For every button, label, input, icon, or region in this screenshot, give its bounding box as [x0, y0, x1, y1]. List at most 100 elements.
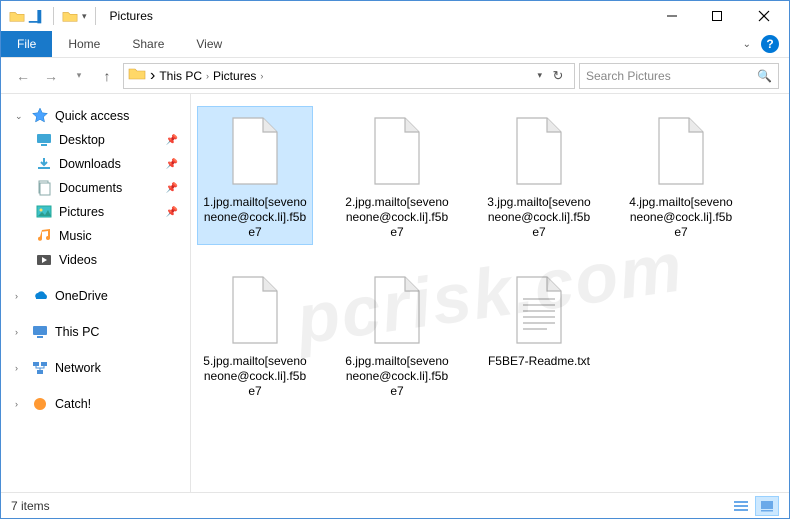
large-icons-view-button[interactable]: [755, 496, 779, 516]
sidebar-item-desktop[interactable]: Desktop 📌: [1, 128, 190, 152]
pin-icon: 📌: [166, 159, 178, 170]
back-button[interactable]: ←: [11, 64, 35, 88]
tab-share[interactable]: Share: [116, 31, 180, 57]
pictures-icon: [35, 203, 53, 221]
search-icon: 🔍: [757, 69, 772, 83]
close-button[interactable]: [739, 1, 789, 31]
sidebar-item-music[interactable]: Music: [1, 224, 190, 248]
forward-button[interactable]: →: [39, 64, 63, 88]
breadcrumb-thispc[interactable]: This PC ›: [159, 69, 209, 83]
expand-icon[interactable]: ›: [15, 399, 25, 409]
file-name: 1.jpg.mailto[sevenoneone@cock.li].f5be7: [202, 195, 308, 240]
folder-icon: [62, 8, 78, 24]
music-icon: [35, 227, 53, 245]
sidebar-item-thispc[interactable]: › This PC: [1, 320, 190, 344]
thispc-icon: [31, 323, 49, 341]
up-button[interactable]: ↑: [95, 64, 119, 88]
breadcrumb-label: This PC: [159, 69, 202, 83]
file-item[interactable]: 6.jpg.mailto[sevenoneone@cock.li].f5be7: [339, 265, 455, 404]
history-dropdown-icon[interactable]: ▾: [537, 70, 542, 81]
pin-icon: 📌: [166, 183, 178, 194]
file-item[interactable]: 2.jpg.mailto[sevenoneone@cock.li].f5be7: [339, 106, 455, 245]
collapse-icon[interactable]: ⌄: [15, 111, 25, 122]
titlebar: ▁▌ ▾ Pictures: [1, 1, 789, 31]
sidebar-item-pictures[interactable]: Pictures📌: [1, 200, 190, 224]
address-bar[interactable]: › This PC › Pictures› ▾ ↻: [123, 63, 575, 89]
quick-access-toolbar: ▁▌ ▾ Pictures: [1, 7, 153, 25]
navigation-row: ← → ▾ ↑ › This PC › Pictures› ▾ ↻ Search …: [1, 58, 789, 94]
sidebar-item-label: Catch!: [55, 397, 91, 411]
tab-home[interactable]: Home: [52, 31, 116, 57]
network-icon: [31, 359, 49, 377]
folder-icon: [128, 66, 146, 85]
search-input[interactable]: Search Pictures 🔍: [579, 63, 779, 89]
blank-file-icon: [219, 111, 291, 193]
file-name: F5BE7-Readme.txt: [488, 354, 590, 369]
expand-icon[interactable]: ›: [15, 363, 25, 373]
file-item[interactable]: 4.jpg.mailto[sevenoneone@cock.li].f5be7: [623, 106, 739, 245]
sidebar-item-documents[interactable]: Documents 📌: [1, 176, 190, 200]
chevron-right-icon[interactable]: ›: [206, 71, 209, 81]
file-item[interactable]: 1.jpg.mailto[sevenoneone@cock.li].f5be7: [197, 106, 313, 245]
sidebar-item-onedrive[interactable]: › OneDrive: [1, 284, 190, 308]
ribbon: File Home Share View ⌄ ?: [1, 31, 789, 58]
sidebar-item-label: OneDrive: [55, 289, 108, 303]
navigation-pane: ⌄ Quick access Desktop📌Downloads📌Documen…: [1, 94, 191, 492]
videos-icon: [35, 251, 53, 269]
file-item[interactable]: F5BE7-Readme.txt: [481, 265, 597, 404]
properties-icon[interactable]: ▁▌: [29, 8, 45, 24]
sidebar-item-label: Desktop: [59, 133, 105, 147]
star-icon: [31, 107, 49, 125]
folder-icon: [9, 8, 25, 24]
pin-icon: 📌: [166, 135, 178, 146]
maximize-button[interactable]: [694, 1, 739, 31]
file-item[interactable]: 3.jpg.mailto[sevenoneone@cock.li].f5be7: [481, 106, 597, 245]
sidebar-item-network[interactable]: ›Network: [1, 356, 190, 380]
refresh-button[interactable]: ↻: [546, 68, 570, 84]
chevron-right-icon[interactable]: ›: [150, 67, 155, 85]
sidebar-item-label: Documents: [59, 181, 122, 195]
sidebar-item-label: This PC: [55, 325, 99, 339]
catch-icon: [31, 395, 49, 413]
expand-icon[interactable]: ›: [15, 327, 25, 337]
files-grid: 1.jpg.mailto[sevenoneone@cock.li].f5be7 2…: [197, 106, 783, 404]
file-item[interactable]: 5.jpg.mailto[sevenoneone@cock.li].f5be7: [197, 265, 313, 404]
separator: [95, 7, 96, 25]
chevron-right-icon[interactable]: ›: [260, 71, 263, 81]
expand-ribbon-icon[interactable]: ⌄: [743, 39, 751, 50]
expand-icon[interactable]: ›: [15, 291, 25, 301]
file-name: 6.jpg.mailto[sevenoneone@cock.li].f5be7: [344, 354, 450, 399]
status-bar: 7 items: [1, 492, 789, 518]
recent-dropdown-icon[interactable]: ▾: [67, 64, 91, 88]
file-pane[interactable]: pcrisk.com 1.jpg.mailto[sevenoneone@cock…: [191, 94, 789, 492]
sidebar-item-label: Pictures: [59, 205, 104, 219]
sidebar-item-downloads[interactable]: Downloads 📌: [1, 152, 190, 176]
sidebar-item-label: Quick access: [55, 109, 129, 123]
text-file-icon: [503, 270, 575, 352]
window-controls: [649, 1, 789, 31]
tab-view[interactable]: View: [180, 31, 238, 57]
sidebar-item-quick-access[interactable]: ⌄ Quick access: [1, 104, 190, 128]
file-name: 5.jpg.mailto[sevenoneone@cock.li].f5be7: [202, 354, 308, 399]
window-title: Pictures: [110, 9, 153, 23]
search-placeholder: Search Pictures: [586, 69, 751, 83]
blank-file-icon: [361, 270, 433, 352]
blank-file-icon: [361, 111, 433, 193]
file-tab[interactable]: File: [1, 31, 52, 57]
sidebar-item-catch[interactable]: › Catch!: [1, 392, 190, 416]
sidebar-item-label: Downloads: [59, 157, 121, 171]
documents-icon: [35, 179, 53, 197]
sidebar-item-label: Music: [59, 229, 92, 243]
sidebar-item-videos[interactable]: Videos: [1, 248, 190, 272]
help-icon[interactable]: ?: [761, 35, 779, 53]
details-view-button[interactable]: [729, 496, 753, 516]
blank-file-icon: [219, 270, 291, 352]
separator: [53, 7, 54, 25]
minimize-button[interactable]: [649, 1, 694, 31]
qat-dropdown-icon[interactable]: ▾: [82, 11, 87, 22]
explorer-window: ▁▌ ▾ Pictures File Home Share View ⌄ ? ←…: [0, 0, 790, 519]
item-count: 7 items: [11, 499, 50, 513]
desktop-icon: [35, 131, 53, 149]
blank-file-icon: [503, 111, 575, 193]
breadcrumb-pictures[interactable]: Pictures›: [213, 69, 263, 83]
